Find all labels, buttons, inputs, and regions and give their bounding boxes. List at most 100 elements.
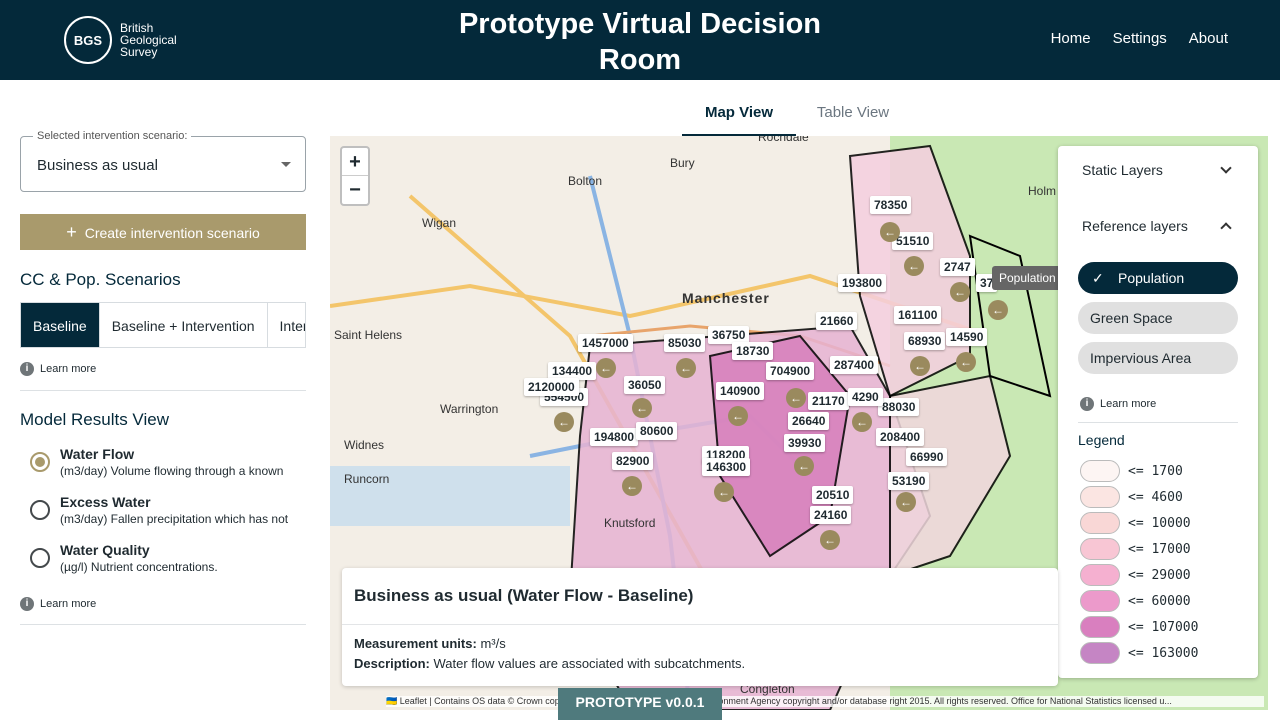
map-label: Saint Helens (334, 328, 403, 342)
tab-baseline-intervention[interactable]: Baseline + Intervention (100, 303, 268, 347)
arrow-left-icon[interactable]: ← (728, 406, 748, 426)
radio-water-quality[interactable] (30, 548, 50, 568)
bgs-logo-text: British Geological Survey (120, 21, 177, 59)
static-layers-accordion[interactable]: Static Layers (1058, 146, 1258, 192)
value-label: 88030 (878, 398, 920, 416)
map-label: Bury (670, 156, 695, 170)
zoom-out-button[interactable]: − (342, 176, 368, 204)
legend-item: <= 60000 (1080, 590, 1191, 612)
value-label: 18730 (732, 342, 774, 360)
value-label: 20510 (812, 486, 854, 504)
arrow-left-icon[interactable]: ← (904, 256, 924, 276)
create-intervention-label: Create intervention scenario (84, 225, 260, 241)
excess-water-title: Excess Water (60, 494, 151, 510)
divider (20, 624, 306, 625)
map-label: Widnes (344, 438, 385, 452)
check-icon: ✓ (1092, 270, 1104, 286)
arrow-left-icon[interactable]: ← (786, 388, 806, 408)
map-label: Wigan (422, 216, 457, 230)
legend-item: <= 107000 (1080, 616, 1198, 638)
map-label: Knutsford (604, 516, 656, 530)
map-label: Bolton (568, 174, 603, 188)
value-label: 66990 (906, 448, 948, 466)
value-label: 146300 (702, 458, 751, 476)
legend-swatch (1080, 460, 1120, 482)
arrow-left-icon[interactable]: ← (896, 492, 916, 512)
arrow-left-icon[interactable]: ← (714, 482, 734, 502)
plus-icon: + (66, 222, 77, 242)
map-label: Rochdale (758, 136, 809, 144)
reference-layers-accordion[interactable]: Reference layers (1058, 202, 1258, 248)
legend-label: <= 10000 (1128, 515, 1191, 531)
nav-home[interactable]: Home (1051, 30, 1091, 47)
legend-label: <= 17000 (1128, 541, 1191, 557)
arrow-left-icon[interactable]: ← (676, 358, 696, 378)
arrow-left-icon[interactable]: ← (554, 412, 574, 432)
divider (1078, 422, 1238, 423)
arrow-left-icon[interactable]: ← (910, 356, 930, 376)
chip-population[interactable]: ✓ Population (1078, 262, 1238, 294)
bgs-logo-badge: BGS (64, 16, 112, 64)
value-label: 208400 (876, 428, 925, 446)
value-label: 21660 (816, 312, 858, 330)
value-label: 68930 (904, 332, 946, 350)
cc-learn-more[interactable]: i Learn more (20, 362, 96, 376)
zoom-in-button[interactable]: + (342, 148, 368, 176)
nav-settings[interactable]: Settings (1113, 30, 1167, 47)
water-quality-desc: (µg/l) Nutrient concentrations. (60, 560, 218, 574)
legend-label: <= 1700 (1128, 463, 1183, 479)
result-info-card: Business as usual (Water Flow - Baseline… (342, 568, 1058, 686)
chip-green-space[interactable]: Green Space (1078, 302, 1238, 334)
radio-water-flow[interactable] (30, 452, 50, 472)
scenario-select[interactable]: Selected intervention scenario: Business… (20, 130, 306, 192)
chevron-down-icon (1220, 162, 1232, 174)
arrow-left-icon[interactable]: ← (880, 222, 900, 242)
value-label: 194800 (590, 428, 639, 446)
tab-table-view[interactable]: Table View (796, 96, 910, 136)
value-label: 80600 (636, 422, 678, 440)
legend-swatch (1080, 590, 1120, 612)
app-header: BGS British Geological Survey Prototype … (0, 0, 1280, 80)
arrow-left-icon[interactable]: ← (852, 412, 872, 432)
legend-label: <= 163000 (1128, 645, 1199, 661)
radio-excess-water[interactable] (30, 500, 50, 520)
chip-impervious-area[interactable]: Impervious Area (1078, 342, 1238, 374)
map-attribution[interactable]: 🇺🇦 Leaflet | Contains OS data © Crown co… (386, 696, 1264, 707)
tab-baseline[interactable]: Baseline (21, 303, 100, 347)
top-nav: Home Settings About (1051, 30, 1228, 47)
info-icon: i (20, 597, 34, 611)
arrow-left-icon[interactable]: ← (950, 282, 970, 302)
tab-intervention[interactable]: Inter (268, 303, 305, 347)
arrow-left-icon[interactable]: ← (596, 358, 616, 378)
value-label: 140900 (716, 382, 765, 400)
tab-map-view[interactable]: Map View (682, 96, 796, 136)
create-intervention-button[interactable]: + Create intervention scenario (20, 214, 306, 250)
water-quality-title: Water Quality (60, 542, 150, 558)
scenario-select-value: Business as usual (37, 157, 158, 174)
legend-swatch (1080, 642, 1120, 664)
cc-learn-more-label: Learn more (40, 363, 97, 375)
arrow-left-icon[interactable]: ← (794, 456, 814, 476)
legend-swatch (1080, 486, 1120, 508)
legend-item: <= 10000 (1080, 512, 1191, 534)
bgs-logo[interactable]: BGS British Geological Survey (64, 16, 190, 64)
arrow-left-icon[interactable]: ← (956, 352, 976, 372)
value-label: 1457000 (578, 334, 633, 352)
value-label: 193800 (838, 274, 887, 292)
value-label: 161100 (894, 306, 942, 324)
arrow-left-icon[interactable]: ← (632, 398, 652, 418)
value-label: 14590 (946, 328, 988, 346)
arrow-left-icon[interactable]: ← (820, 530, 840, 550)
map-label: Runcorn (344, 472, 390, 486)
results-learn-more[interactable]: i Learn more (20, 597, 96, 611)
view-tabs: Map View Table View (682, 96, 910, 136)
cc-scenarios-title: CC & Pop. Scenarios (20, 270, 181, 289)
layers-learn-more[interactable]: i Learn more (1080, 397, 1156, 411)
arrow-left-icon[interactable]: ← (988, 300, 1008, 320)
value-label: 2747 (940, 258, 975, 276)
arrow-left-icon[interactable]: ← (622, 476, 642, 496)
legend-label: <= 29000 (1128, 567, 1191, 583)
units-value: m³/s (480, 636, 506, 651)
legend-item: <= 163000 (1080, 642, 1198, 664)
nav-about[interactable]: About (1189, 30, 1228, 47)
